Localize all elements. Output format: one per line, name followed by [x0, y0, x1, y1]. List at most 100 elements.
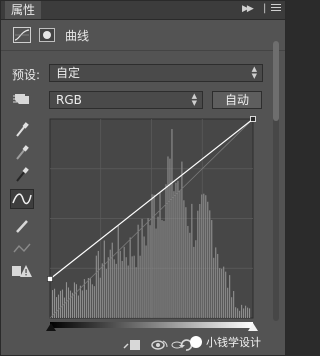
visibility-eye-icon[interactable] — [171, 338, 183, 352]
histogram-bar — [227, 287, 229, 318]
histogram-bar — [151, 194, 153, 318]
curve-edit-icon[interactable] — [10, 189, 34, 209]
chevron-updown-icon: ▲ ▼ — [191, 92, 197, 107]
histogram-bar — [175, 182, 177, 318]
gray-eyedropper-icon[interactable] — [13, 144, 31, 162]
auto-button[interactable]: 自动 — [212, 91, 262, 109]
histogram-bar — [231, 297, 233, 318]
input-gradient-bar — [50, 322, 253, 328]
histogram-bar — [161, 220, 163, 318]
histogram-bar — [137, 224, 139, 318]
histogram-bar — [101, 263, 103, 318]
histogram-bar — [187, 225, 189, 318]
on-image-adjust-hand-icon[interactable] — [12, 91, 34, 107]
histogram-bar — [241, 304, 243, 318]
close-icon[interactable]: | — [263, 3, 266, 14]
histogram-bar — [169, 158, 171, 318]
clip-to-layer-icon[interactable] — [123, 338, 141, 352]
histogram-bar — [215, 247, 217, 318]
scrollbar-thumb[interactable] — [273, 41, 279, 121]
curve-point-white[interactable] — [250, 116, 256, 122]
histogram-bar — [125, 257, 127, 318]
histogram-bar — [87, 278, 89, 318]
histogram-bar — [81, 290, 83, 318]
histogram-bar — [133, 255, 135, 318]
histogram-bar — [211, 220, 213, 318]
histogram-bar — [219, 268, 221, 318]
preset-select[interactable]: 自定 ▲ ▼ — [49, 64, 263, 82]
curve-point-black[interactable] — [47, 276, 53, 282]
histogram-bar — [239, 310, 241, 318]
histogram-bar — [233, 291, 235, 318]
adjustment-title: 曲线 — [65, 29, 90, 43]
curve-graph[interactable] — [45, 114, 262, 323]
histogram-bar — [171, 129, 173, 318]
histogram-bar — [247, 307, 249, 318]
properties-panel: 属性 ▶▶ | 曲线 预设: 自定 ▲ ▼ RGB ▲ ▼ 自动 小钱学设计 — [0, 0, 286, 356]
histogram-bar — [55, 297, 58, 318]
clipping-warning-icon[interactable] — [11, 263, 33, 281]
panel-menu-icon[interactable] — [271, 4, 281, 14]
adjustment-header: 曲线 — [1, 20, 285, 51]
curves-adjustment-icon[interactable] — [13, 27, 31, 43]
white-eyedropper-icon[interactable] — [13, 121, 31, 139]
histogram-bar — [117, 225, 119, 318]
white-point-slider[interactable] — [248, 323, 258, 331]
histogram-bar — [223, 266, 225, 318]
histogram-bar — [75, 284, 77, 318]
histogram-bar — [183, 200, 185, 318]
histogram-bar — [143, 236, 145, 318]
histogram-bar — [185, 207, 187, 318]
histogram-bar — [197, 210, 199, 318]
histogram-bar — [69, 290, 72, 318]
channel-select[interactable]: RGB ▲ ▼ — [49, 91, 203, 109]
histogram-bar — [105, 268, 107, 318]
pencil-icon[interactable] — [13, 217, 31, 235]
view-previous-state-icon[interactable] — [151, 338, 169, 352]
histogram-bar — [73, 282, 75, 318]
histogram-bar — [97, 250, 99, 318]
histogram-bar — [99, 277, 101, 318]
histogram-bar — [119, 250, 121, 318]
histogram-bar — [209, 210, 211, 318]
histogram-bar — [167, 156, 169, 318]
layer-mask-icon[interactable] — [39, 28, 55, 42]
histogram-bar — [67, 287, 70, 318]
histogram-bar — [59, 290, 62, 318]
panel-scrollbar[interactable] — [273, 41, 279, 321]
histogram-bar — [79, 285, 81, 318]
black-eyedropper-icon[interactable] — [13, 166, 31, 184]
histogram-bar — [131, 256, 133, 318]
histogram-bar — [207, 201, 209, 318]
histogram-bar — [139, 255, 141, 318]
histogram-bar — [61, 289, 64, 318]
histogram-bar — [191, 203, 193, 318]
tab-properties[interactable]: 属性 — [5, 1, 42, 19]
histogram-bar — [65, 282, 68, 318]
histogram-bar — [225, 271, 227, 318]
histogram-bar — [203, 193, 205, 318]
collapse-icon[interactable]: ▶▶ — [242, 4, 254, 14]
histogram-bar — [159, 192, 161, 318]
black-point-slider[interactable] — [46, 323, 56, 331]
histogram-bar — [121, 260, 123, 318]
histogram-bar — [249, 308, 251, 318]
histogram-bar — [221, 268, 223, 318]
histogram-bar — [179, 190, 181, 318]
histogram-bar — [243, 308, 245, 318]
histogram-bar — [205, 195, 207, 318]
histogram-bar — [115, 263, 117, 318]
preset-label: 预设: — [12, 68, 41, 82]
histogram-bar — [213, 257, 215, 318]
histogram-bar — [173, 191, 175, 318]
histogram-bar — [181, 161, 183, 318]
histogram-bar — [235, 307, 237, 318]
histogram-bar — [189, 232, 191, 318]
histogram-bar — [85, 289, 87, 318]
smooth-curve-icon[interactable] — [13, 239, 31, 257]
histogram-bar — [89, 277, 91, 318]
histogram-bar — [109, 249, 111, 318]
preset-value: 自定 — [56, 66, 81, 80]
histogram-bar — [229, 275, 231, 318]
histogram-bar — [149, 225, 151, 318]
